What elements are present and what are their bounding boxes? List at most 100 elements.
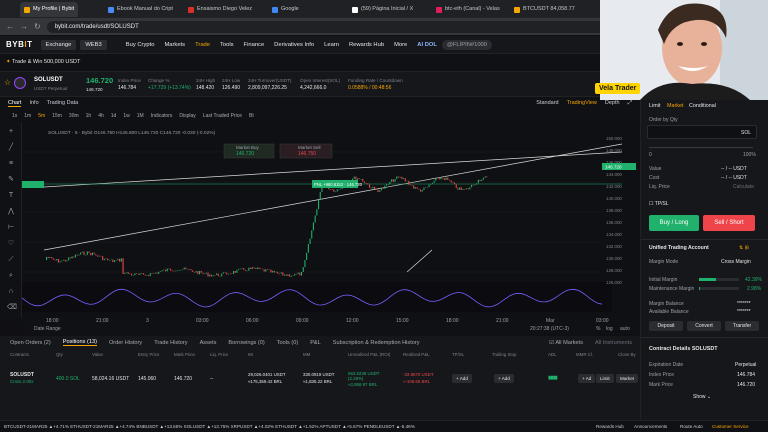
tab-channel[interactable]: btc-eth (Canal) - Velas	[432, 2, 500, 17]
rewards-hub-link[interactable]: Rewards Hub	[596, 424, 624, 429]
text-icon[interactable]: T	[7, 192, 15, 200]
view-tradingview[interactable]: TradingView	[567, 100, 597, 106]
qty-slider[interactable]	[649, 147, 753, 148]
order-by-qty-label[interactable]: Order by Qty	[649, 117, 678, 123]
fib-icon[interactable]: ≡	[7, 160, 15, 168]
row-contract[interactable]: SOLUSDT	[10, 372, 34, 378]
interval-1d[interactable]: 1d	[111, 113, 117, 119]
tab-subscription-history[interactable]: Subscription & Redemption History	[333, 340, 420, 346]
bybit-logo[interactable]: BYBIT	[6, 40, 33, 49]
order-tab-limit[interactable]: Limit	[649, 103, 660, 109]
tab-x[interactable]: (59) Página Inicial / X	[348, 2, 418, 17]
measure-icon[interactable]: ⟋	[7, 256, 15, 264]
nav-trade[interactable]: Trade	[195, 42, 210, 48]
interval-1h[interactable]: 1h	[86, 113, 92, 119]
tab-tools[interactable]: Tools (0)	[277, 340, 298, 346]
tab-trade-history[interactable]: Trade History	[154, 340, 187, 346]
liq-price-calc[interactable]: Calculate	[733, 184, 754, 190]
interval-30m[interactable]: 30m	[69, 113, 79, 119]
zoom-icon[interactable]: ⌕	[7, 272, 15, 280]
buy-long-button[interactable]: Buy / Long	[649, 215, 699, 231]
transfer-button[interactable]: Transfer	[725, 321, 759, 331]
trendline-short[interactable]	[406, 249, 433, 273]
tab-google[interactable]: Google	[268, 2, 334, 17]
interval-1m[interactable]: 1m	[24, 113, 31, 119]
forward-icon[interactable]: →	[20, 22, 28, 31]
pattern-icon[interactable]: ⋀	[7, 208, 15, 216]
add-margin-button[interactable]: + Ad	[578, 374, 596, 383]
nav-buy-crypto[interactable]: Buy Crypto	[126, 42, 155, 48]
ruler-icon[interactable]: ⊢	[7, 224, 15, 232]
back-icon[interactable]: ←	[6, 22, 14, 31]
last-traded-price-button[interactable]: Last Traded Price	[203, 113, 242, 119]
close-market-button[interactable]: Market	[616, 374, 639, 383]
customer-service-link[interactable]: Customer Service	[712, 424, 749, 429]
auto-toggle[interactable]: auto	[620, 326, 630, 332]
tab-pnl[interactable]: P&L	[310, 340, 321, 346]
interval-1M[interactable]: 1M	[137, 113, 144, 119]
nav-learn[interactable]: Learn	[324, 42, 339, 48]
web3-button[interactable]: WEB3	[80, 39, 107, 50]
close-limit-button[interactable]: Limit	[596, 374, 614, 383]
log-toggle[interactable]: log	[606, 326, 613, 332]
magnet-icon[interactable]: ∩	[7, 288, 15, 296]
announcements-link[interactable]: Announcements	[634, 424, 667, 429]
all-instruments-select[interactable]: All Instruments	[595, 340, 632, 346]
heart-icon[interactable]: ♡	[7, 240, 15, 248]
order-tab-market[interactable]: Market	[667, 103, 683, 109]
nav-more[interactable]: More	[394, 42, 407, 48]
deposit-button[interactable]: Deposit	[649, 321, 683, 331]
ai-dol-tag[interactable]: AI DOL	[417, 42, 437, 48]
tab-btcusdt[interactable]: BTCUSDT 84,058.77	[510, 2, 580, 17]
trendline-upper[interactable]	[43, 143, 623, 251]
bt-button[interactable]: Bt	[249, 113, 254, 119]
brush-icon[interactable]: ✎	[7, 176, 15, 184]
percent-toggle[interactable]: %	[596, 326, 600, 332]
date-range-button[interactable]: Date Range	[34, 326, 61, 332]
favorite-star-icon[interactable]: ☆	[4, 78, 11, 87]
nav-finance[interactable]: Finance	[244, 42, 265, 48]
tab-info[interactable]: Info	[29, 100, 38, 106]
nav-markets[interactable]: Markets	[164, 42, 185, 48]
trendline-icon[interactable]: ╱	[7, 144, 15, 152]
ticker-marquee[interactable]: BTCUSDT-21MAR25 ▲+4.71% ETHUSDT-21MAR25 …	[4, 424, 415, 429]
price-chart[interactable]: Market Buy 146.720 Market Sell 146.750 S…	[22, 122, 640, 318]
view-standard[interactable]: Standard	[536, 100, 558, 106]
display-button[interactable]: Display	[179, 113, 195, 119]
exchange-button[interactable]: Exchange	[40, 39, 77, 50]
url-input[interactable]: bybit.com/trade/usdt/SOLUSDT	[46, 20, 607, 33]
view-depth[interactable]: Depth	[605, 100, 620, 106]
interval-15m[interactable]: 15m	[52, 113, 62, 119]
nav-rewards-hub[interactable]: Rewards Hub	[349, 42, 384, 48]
uta-expand-icon[interactable]: ⇅ ⊞	[739, 245, 749, 251]
tab-order-history[interactable]: Order History	[109, 340, 142, 346]
expand-icon[interactable]: ⤢	[628, 100, 632, 107]
order-tab-conditional[interactable]: Conditional	[689, 103, 716, 109]
add-trailing-stop-button[interactable]: + Add	[494, 374, 514, 383]
tab-trading-data[interactable]: Trading Data	[47, 100, 79, 106]
route-auto-link[interactable]: Route Auto	[680, 424, 703, 429]
sell-short-button[interactable]: Sell / Short	[703, 215, 755, 231]
reload-icon[interactable]: ↻	[34, 22, 41, 31]
tab-profile[interactable]: My Profile | Bybit	[20, 2, 78, 17]
tab-borrowings[interactable]: Borrowings (0)	[228, 340, 264, 346]
tab-assets[interactable]: Assets	[200, 340, 217, 346]
interval-1s[interactable]: 1s	[12, 113, 17, 119]
tab-open-orders[interactable]: Open Orders (2)	[10, 340, 51, 346]
convert-button[interactable]: Convert	[687, 321, 721, 331]
nav-tools[interactable]: Tools	[220, 42, 234, 48]
interval-4h[interactable]: 4h	[98, 113, 104, 119]
tpsl-checkbox[interactable]: ☐ TP/SL	[649, 201, 669, 207]
add-tpsl-button[interactable]: + Add	[452, 374, 472, 383]
tab-ensaismo[interactable]: Ensaismo Diego Velez	[184, 2, 254, 17]
tab-ebook[interactable]: Ebook Manual do Cript	[104, 2, 174, 17]
interval-5m[interactable]: 5m	[38, 113, 45, 119]
nav-derivatives-info[interactable]: Derivatives Info	[274, 42, 314, 48]
show-more-button[interactable]: Show ⌄	[693, 394, 711, 400]
profile-chip[interactable]: @FLIPIN#1000	[441, 39, 492, 50]
trash-icon[interactable]: ⌫	[7, 304, 17, 312]
symbol-name[interactable]: SOLUSDT	[34, 77, 63, 83]
indicators-button[interactable]: Indicators	[151, 113, 173, 119]
margin-mode-value[interactable]: Cross Margin	[721, 259, 751, 265]
crosshair-icon[interactable]: +	[7, 128, 15, 136]
